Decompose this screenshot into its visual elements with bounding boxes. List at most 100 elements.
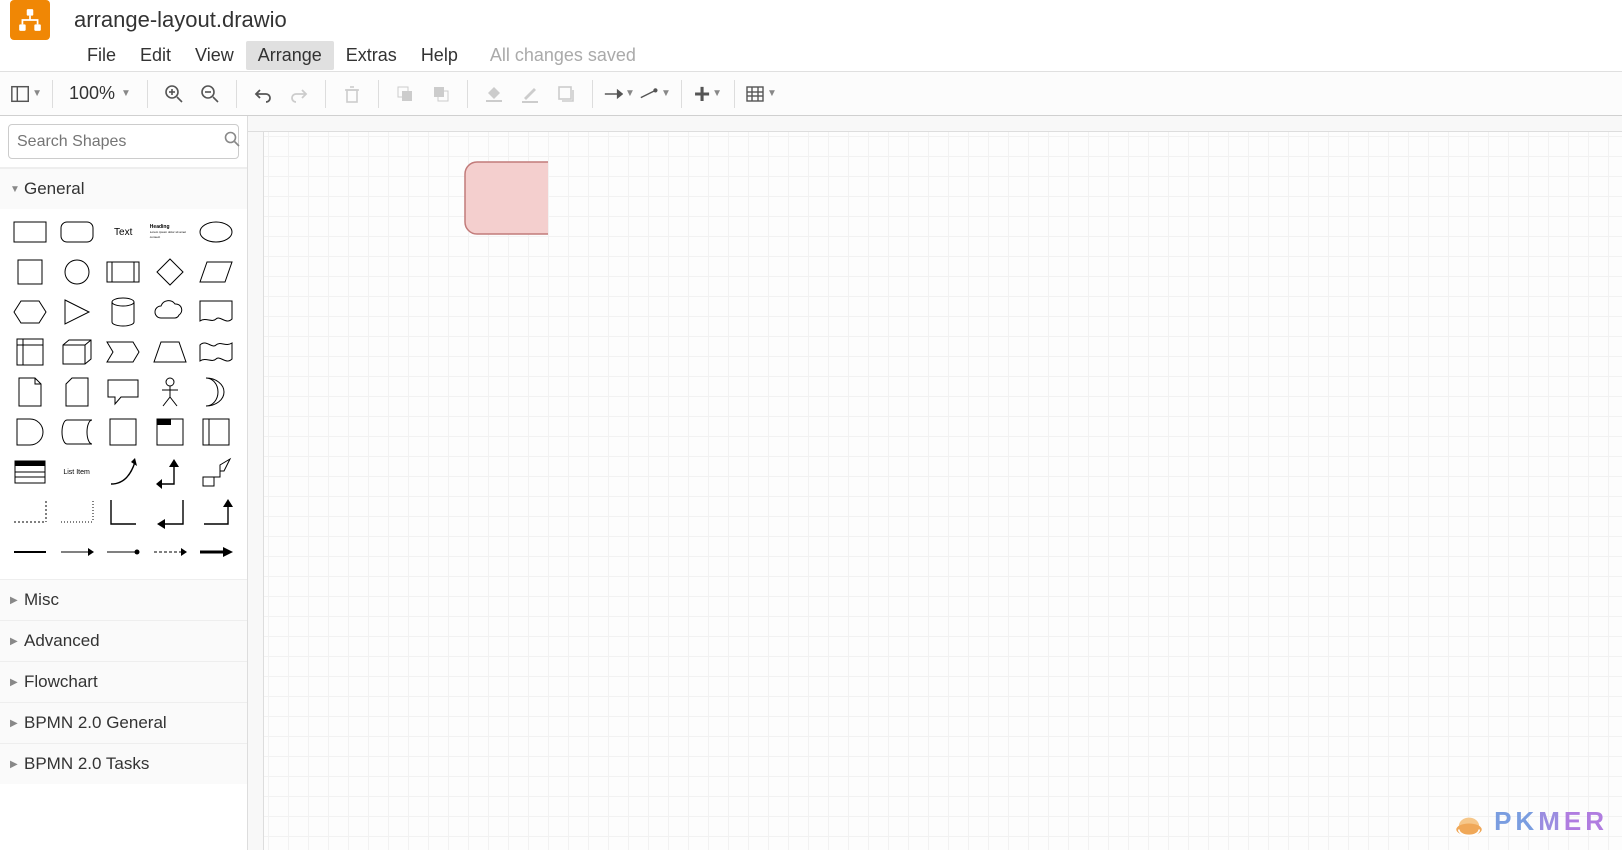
menu-file[interactable]: File <box>75 41 128 70</box>
shape-frame[interactable] <box>150 415 190 449</box>
shape-line[interactable] <box>10 535 50 569</box>
zoom-out-button[interactable] <box>194 78 226 110</box>
category-general[interactable]: ▼ General <box>0 169 247 209</box>
shape-step[interactable] <box>103 335 143 369</box>
shape-or[interactable] <box>196 375 236 409</box>
shape-card[interactable] <box>57 375 97 409</box>
shape-square[interactable] <box>10 255 50 289</box>
chevron-down-icon: ▼ <box>661 88 671 99</box>
chevron-right-icon: ▶ <box>10 595 20 606</box>
category-flowchart[interactable]: ▶Flowchart <box>0 662 247 702</box>
shape-cloud[interactable] <box>150 295 190 329</box>
shape-elbow[interactable] <box>103 495 143 529</box>
shape-bidirectional-arrow[interactable] <box>150 455 190 489</box>
shape-heading[interactable]: HeadingLorem ipsum dolor sit amet consec… <box>150 215 190 249</box>
shape-thick-arrow[interactable] <box>196 535 236 569</box>
menu-edit[interactable]: Edit <box>128 41 183 70</box>
chevron-down-icon: ▼ <box>10 184 20 195</box>
shape-arrow-block[interactable] <box>196 455 236 489</box>
shape-elbow-arrow-up[interactable] <box>196 495 236 529</box>
separator <box>52 80 53 108</box>
shape-diamond[interactable] <box>150 255 190 289</box>
chevron-down-icon: ▼ <box>625 88 635 99</box>
insert-button[interactable]: + ▼ <box>692 78 724 110</box>
watermark-logo-icon <box>1452 804 1486 838</box>
filename[interactable]: arrange-layout.drawio <box>74 7 287 33</box>
separator <box>681 80 682 108</box>
shape-actor[interactable] <box>150 375 190 409</box>
shape-document[interactable] <box>196 295 236 329</box>
shape-parallelogram[interactable] <box>196 255 236 289</box>
shape-text[interactable]: Text <box>103 215 143 249</box>
shape-callout[interactable] <box>103 375 143 409</box>
line-color-button[interactable] <box>514 78 546 110</box>
to-front-button[interactable] <box>389 78 421 110</box>
shapes-palette: Text HeadingLorem ipsum dolor sit amet c… <box>0 209 247 579</box>
shape-line-arrow[interactable] <box>57 535 97 569</box>
shape-note[interactable] <box>10 375 50 409</box>
shape-hexagon[interactable] <box>10 295 50 329</box>
watermark-text: PKMER <box>1494 806 1608 837</box>
shape-internal-storage[interactable] <box>10 335 50 369</box>
shape-rounded-rect[interactable] <box>57 215 97 249</box>
category-label: Advanced <box>24 631 100 651</box>
search-icon[interactable] <box>224 131 240 152</box>
menu-help[interactable]: Help <box>409 41 470 70</box>
shape-list-item[interactable]: List Item <box>57 455 97 489</box>
shape-triangle[interactable] <box>57 295 97 329</box>
delete-button[interactable] <box>336 78 368 110</box>
zoom-in-button[interactable] <box>158 78 190 110</box>
shape-list[interactable] <box>10 455 50 489</box>
to-back-button[interactable] <box>425 78 457 110</box>
shape-ellipse[interactable] <box>196 215 236 249</box>
category-misc[interactable]: ▶Misc <box>0 580 247 620</box>
waypoints-button[interactable]: ▼ <box>639 78 671 110</box>
shape-circle[interactable] <box>57 255 97 289</box>
menu-bar: File Edit View Arrange Extras Help All c… <box>0 40 1622 72</box>
shape-vertical-container[interactable] <box>196 415 236 449</box>
save-status: All changes saved <box>490 45 636 66</box>
toolbar: ▼ 100% ▼ ▼ ▼ <box>0 72 1622 116</box>
canvas[interactable]: PKMER <box>248 116 1622 850</box>
shape-tape[interactable] <box>196 335 236 369</box>
shape-and[interactable] <box>10 415 50 449</box>
search-shapes-input[interactable] <box>8 124 239 159</box>
shadow-button[interactable] <box>550 78 582 110</box>
category-label: Flowchart <box>24 672 98 692</box>
shape-line-dot[interactable] <box>103 535 143 569</box>
connection-button[interactable]: ▼ <box>603 78 635 110</box>
shape-trapezoid[interactable] <box>150 335 190 369</box>
category-bpmn-general[interactable]: ▶BPMN 2.0 General <box>0 703 247 743</box>
separator <box>236 80 237 108</box>
shape-curve-arrow[interactable] <box>103 455 143 489</box>
undo-button[interactable] <box>247 78 279 110</box>
redo-button[interactable] <box>283 78 315 110</box>
zoom-dropdown[interactable]: 100% ▼ <box>63 83 137 104</box>
shape-dashed-line[interactable] <box>10 495 50 529</box>
separator <box>378 80 379 108</box>
category-label: General <box>24 179 84 199</box>
shape-container[interactable] <box>103 415 143 449</box>
table-button[interactable]: ▼ <box>745 78 777 110</box>
search-field[interactable] <box>17 133 224 151</box>
category-bpmn-tasks[interactable]: ▶BPMN 2.0 Tasks <box>0 744 247 784</box>
shape-elbow-arrow-left[interactable] <box>150 495 190 529</box>
shape-process[interactable] <box>103 255 143 289</box>
category-advanced[interactable]: ▶Advanced <box>0 621 247 661</box>
menu-extras[interactable]: Extras <box>334 41 409 70</box>
diagram-shape[interactable] <box>465 162 548 234</box>
shape-data-storage[interactable] <box>57 415 97 449</box>
shape-dashed-arrow[interactable] <box>150 535 190 569</box>
shape-dotted-line[interactable] <box>57 495 97 529</box>
view-mode-button[interactable]: ▼ <box>10 78 42 110</box>
fill-color-button[interactable] <box>478 78 510 110</box>
chevron-down-icon: ▼ <box>712 88 722 99</box>
diagram[interactable] <box>248 116 548 266</box>
menu-arrange[interactable]: Arrange <box>246 41 334 70</box>
shape-cube[interactable] <box>57 335 97 369</box>
shape-rectangle[interactable] <box>10 215 50 249</box>
app-logo[interactable] <box>10 0 50 40</box>
menu-view[interactable]: View <box>183 41 246 70</box>
shape-cylinder[interactable] <box>103 295 143 329</box>
separator <box>592 80 593 108</box>
